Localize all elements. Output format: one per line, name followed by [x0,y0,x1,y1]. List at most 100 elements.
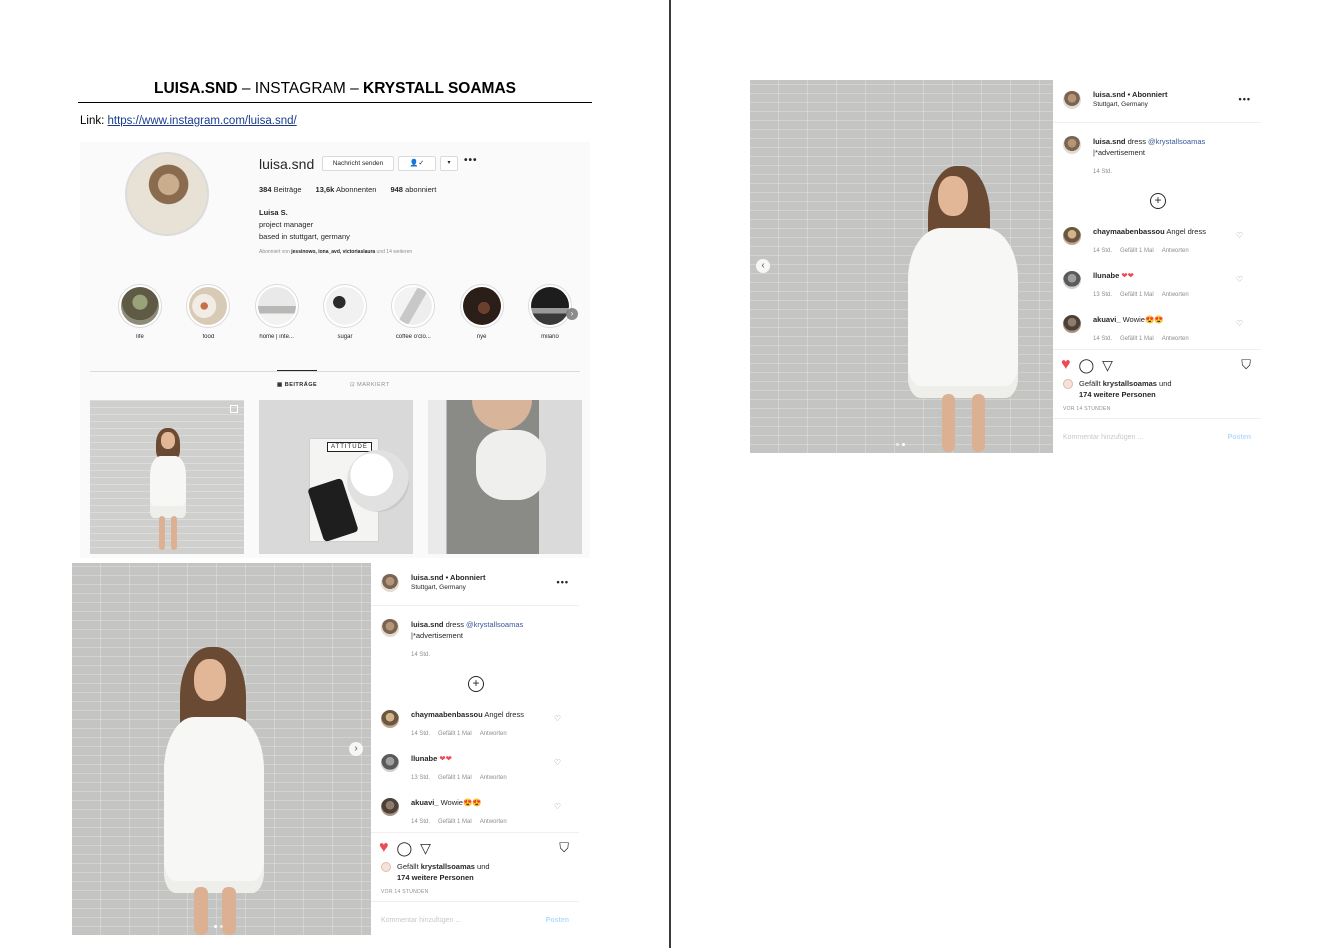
comment-icon[interactable]: ◯ [1079,357,1095,374]
comment-like-icon[interactable]: ♡ [554,714,561,723]
post-caption: luisa.snd dress @krystallsoamas |*advert… [381,619,523,661]
commenter-avatar[interactable] [381,710,399,728]
caption-mention[interactable]: @krystallsoamas [466,620,523,629]
author-avatar[interactable] [1063,91,1081,109]
profile-bio: Luisa S. project manager based in stuttg… [259,207,350,243]
commenter-username[interactable]: chaymaabenbassou [1093,227,1165,236]
commenter-username[interactable]: akuavi_ [1093,315,1121,324]
carousel-next-icon[interactable]: › [349,742,363,756]
grid-post-2[interactable]: ATTITUDE [259,400,413,554]
commenter-avatar[interactable] [1063,227,1081,245]
share-icon[interactable]: ▽ [1102,357,1113,374]
post-time-ago: VOR 14 STUNDEN [1063,406,1111,412]
caption-mention[interactable]: @krystallsoamas [1148,137,1205,146]
comment-likes[interactable]: Gefällt 1 Mal [438,729,472,739]
reply-button[interactable]: Antworten [1162,246,1189,256]
following-button[interactable]: 👤✓ [398,156,436,171]
reply-button[interactable]: Antworten [1162,290,1189,300]
commenter-avatar[interactable] [381,798,399,816]
commenter-avatar[interactable] [381,754,399,772]
caption-avatar[interactable] [1063,136,1081,154]
highlight-cover [391,284,436,328]
commenter-username[interactable]: llunabe [1093,271,1119,280]
highlight-life[interactable]: life [110,284,170,340]
profile-link[interactable]: https://www.instagram.com/luisa.snd/ [108,115,297,127]
comment-like-icon[interactable]: ♡ [1236,231,1243,240]
tab-posts[interactable]: ▦ BEITRÄGE [277,370,318,388]
highlight-nye[interactable]: nye [452,284,512,340]
more-options-icon[interactable]: ••• [464,155,478,166]
like-heart-icon[interactable]: ♥ [379,839,389,857]
tab-tagged[interactable]: ⊡ MARKIERT [350,371,389,388]
comment-likes[interactable]: Gefällt 1 Mal [438,773,472,783]
comment-like-icon[interactable]: ♡ [554,802,561,811]
followers-stat[interactable]: 13,6k Abonnenten [316,185,377,194]
comment-likes[interactable]: Gefällt 1 Mal [1120,246,1154,256]
comment-like-icon[interactable]: ♡ [1236,319,1243,328]
post-panel-right: luisa.snd • Abonniert Stuttgart, Germany… [1053,80,1261,453]
author-username[interactable]: luisa.snd [1093,90,1126,99]
author-avatar[interactable] [381,574,399,592]
commenter-username[interactable]: akuavi_ [411,798,439,807]
load-more-comments-icon[interactable]: + [1150,193,1166,209]
post-location[interactable]: Stuttgart, Germany [1093,100,1167,110]
post-more-icon[interactable]: ••• [1239,94,1251,104]
bag-image [476,430,546,500]
reply-button[interactable]: Antworten [480,773,507,783]
commenter-avatar[interactable] [1063,315,1081,333]
caption-username[interactable]: luisa.snd [411,620,444,629]
comment-like-icon[interactable]: ♡ [554,758,561,767]
save-bookmark-icon[interactable]: ⛉ [1241,357,1251,373]
add-comment-input[interactable]: Kommentar hinzufügen ... [381,917,461,924]
save-bookmark-icon[interactable]: ⛉ [559,840,569,856]
person-figure [908,166,1018,453]
commenter-avatar[interactable] [1063,271,1081,289]
post-actions: ♥ ◯ ▽ [1061,356,1113,374]
lamp-image [347,450,409,512]
comment-like-icon[interactable]: ♡ [1236,275,1243,284]
caption-avatar[interactable] [381,619,399,637]
highlight-sugar[interactable]: sugar [315,284,375,340]
highlights-next-icon[interactable]: › [566,308,578,320]
comment-likes[interactable]: Gefällt 1 Mal [1120,334,1154,344]
header-divider [1053,122,1261,123]
commenter-username[interactable]: chaymaabenbassou [411,710,483,719]
highlight-food[interactable]: food [178,284,238,340]
grid-post-3[interactable] [428,400,582,554]
highlight-cover [118,284,162,328]
like-heart-icon[interactable]: ♥ [1061,356,1071,374]
reply-button[interactable]: Antworten [1162,334,1189,344]
post-header: luisa.snd • Abonniert Stuttgart, Germany [1063,90,1167,110]
author-username[interactable]: luisa.snd [411,573,444,582]
followed-by[interactable]: Abonniert von jessinowo, iona_avd, victo… [259,249,412,255]
highlight-cover [527,284,572,328]
post-comment-button[interactable]: Posten [1228,434,1251,441]
highlight-home[interactable]: home | inte... [247,284,307,340]
comment-likes[interactable]: Gefällt 1 Mal [1120,290,1154,300]
add-comment-input[interactable]: Kommentar hinzufügen ... [1063,434,1143,441]
highlight-label: milano [541,334,559,340]
grid-post-1[interactable] [90,400,244,554]
likes-summary[interactable]: Gefällt krystallsoamas und 174 weitere Pe… [381,861,490,883]
carousel-prev-icon[interactable]: ‹ [756,259,770,273]
following-stat[interactable]: 948 abonniert [390,185,436,194]
highlight-coffee[interactable]: coffee o'clo... [383,284,443,340]
comment-icon[interactable]: ◯ [397,840,413,857]
load-more-comments-icon[interactable]: + [468,676,484,692]
caption-username[interactable]: luisa.snd [1093,137,1126,146]
post-comment-button[interactable]: Posten [546,917,569,924]
reply-button[interactable]: Antworten [480,817,507,827]
suggestions-dropdown-button[interactable]: ▾ [440,156,458,171]
post-more-icon[interactable]: ••• [557,577,569,587]
highlight-label: nye [476,334,487,340]
highlight-label: life [136,334,144,340]
bio-line: based in stuttgart, germany [259,232,350,241]
share-icon[interactable]: ▽ [420,840,431,857]
likes-summary[interactable]: Gefällt krystallsoamas und 174 weitere Pe… [1063,378,1172,400]
commenter-username[interactable]: llunabe [411,754,437,763]
comment-likes[interactable]: Gefällt 1 Mal [438,817,472,827]
message-button[interactable]: Nachricht senden [322,156,394,171]
profile-avatar[interactable] [125,152,209,236]
reply-button[interactable]: Antworten [480,729,507,739]
post-location[interactable]: Stuttgart, Germany [411,583,485,593]
